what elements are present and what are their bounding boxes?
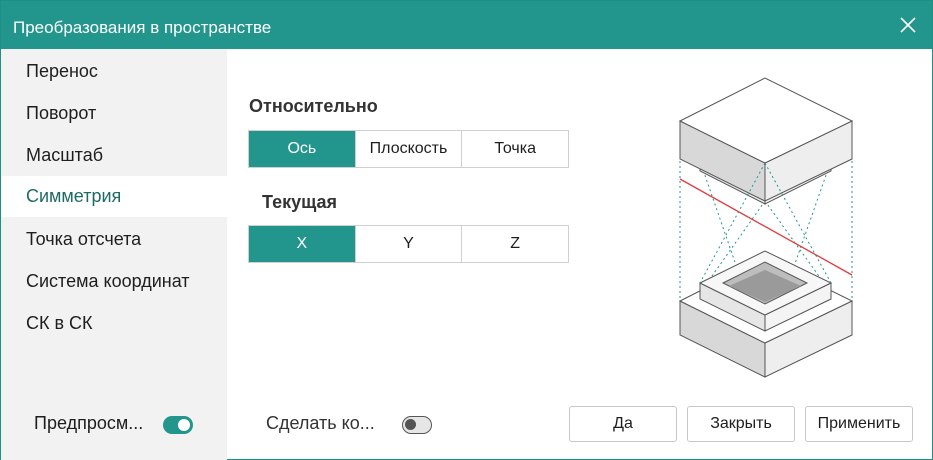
sidebar-item-symmetry[interactable]: Симметрия xyxy=(1,176,227,217)
current-axis-segmented-control: X Y Z xyxy=(248,225,569,263)
sidebar-item-rotate[interactable]: Поворот xyxy=(1,93,227,134)
close-icon[interactable] xyxy=(894,11,922,39)
sidebar-item-translate[interactable]: Перенос xyxy=(1,51,227,92)
axis-option-y[interactable]: Y xyxy=(355,226,463,262)
close-button[interactable]: Закрыть xyxy=(687,406,795,442)
preview-label: Предпросм... xyxy=(34,413,144,433)
relative-label: Относительно xyxy=(249,96,378,116)
axis-option-z[interactable]: Z xyxy=(462,226,569,262)
transform-dialog: Преобразования в пространстве Перенос По… xyxy=(0,0,933,460)
apply-button[interactable]: Применить xyxy=(805,406,913,442)
make-copy-toggle[interactable] xyxy=(402,416,432,434)
mirror-symmetry-illustration xyxy=(663,71,863,386)
sidebar-item-coordinate-system[interactable]: Система координат xyxy=(1,261,227,302)
relative-option-plane[interactable]: Плоскость xyxy=(355,131,463,167)
window-title: Преобразования в пространстве xyxy=(13,18,272,37)
sidebar-item-scale[interactable]: Масштаб xyxy=(1,135,227,176)
relative-option-axis[interactable]: Ось xyxy=(249,131,356,167)
relative-segmented-control: Ось Плоскость Точка xyxy=(248,130,569,168)
current-label: Текущая xyxy=(262,192,338,212)
sidebar-item-cs-to-cs[interactable]: СК в СК xyxy=(1,303,227,344)
sidebar-item-origin-point[interactable]: Точка отсчета xyxy=(1,219,227,260)
toggle-knob xyxy=(405,419,416,430)
make-copy-label: Сделать ко... xyxy=(266,413,375,433)
preview-toggle[interactable] xyxy=(163,416,193,434)
relative-option-point[interactable]: Точка xyxy=(462,131,569,167)
sidebar: Перенос Поворот Масштаб Симметрия Точка … xyxy=(1,49,227,460)
axis-option-x[interactable]: X xyxy=(249,226,356,262)
title-bar: Преобразования в пространстве xyxy=(1,1,932,49)
yes-button[interactable]: Да xyxy=(569,406,677,442)
toggle-knob xyxy=(178,419,190,431)
